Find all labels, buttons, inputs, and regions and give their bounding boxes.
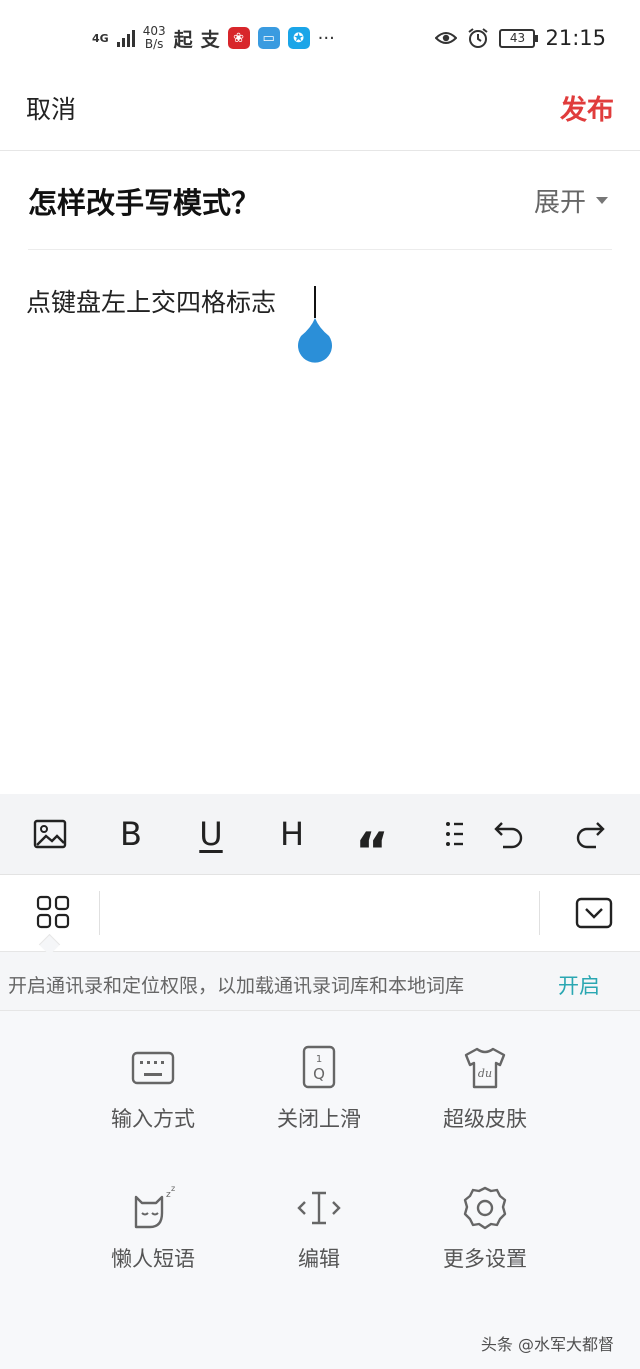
list-icon xyxy=(446,822,463,846)
svg-text:z: z xyxy=(171,1184,175,1193)
insert-image-button[interactable] xyxy=(26,810,74,858)
swipe-key-icon: 1 Q xyxy=(302,1045,336,1089)
status-right: 43 21:15 xyxy=(435,20,606,56)
input-method-button[interactable]: 输入方式 xyxy=(73,1043,233,1133)
signal-icon xyxy=(116,29,135,47)
keyboard-top-row xyxy=(0,875,640,956)
quote-button[interactable]: “ xyxy=(348,810,396,878)
heading-button[interactable]: H xyxy=(268,810,316,858)
list-button[interactable] xyxy=(424,810,472,858)
expand-label: 展开 xyxy=(533,188,586,218)
undo-button[interactable] xyxy=(485,810,533,858)
answer-editor[interactable]: 点键盘左上交四格标志 xyxy=(26,283,276,319)
text-cursor-icon xyxy=(297,1191,341,1225)
redo-button[interactable] xyxy=(566,810,614,858)
expand-button[interactable]: 展开 xyxy=(534,182,608,219)
status-left: 4G 403 B/s 起 支 ❀ ▭ ✪ ··· xyxy=(92,20,335,56)
alarm-icon xyxy=(468,28,489,48)
divider xyxy=(28,249,612,250)
tile-label: 超级皮肤 xyxy=(443,1107,527,1131)
tile-label: 更多设置 xyxy=(443,1247,527,1271)
keyboard-icon xyxy=(131,1051,175,1085)
tile-label: 编辑 xyxy=(298,1247,340,1271)
edit-button[interactable]: 编辑 xyxy=(239,1183,399,1273)
bulb-app-icon: ✪ xyxy=(287,27,310,49)
network-type: 4G xyxy=(92,31,109,45)
undo-icon xyxy=(494,822,523,849)
bold-button[interactable]: B xyxy=(107,810,155,858)
app-notification-2: 支 xyxy=(200,28,220,51)
clock: 21:15 xyxy=(545,26,606,50)
publish-button[interactable]: 发布 xyxy=(560,88,614,127)
gear-icon xyxy=(463,1186,507,1230)
permission-text: 开启通讯录和定位权限，以加载通讯录词库和本地词库 xyxy=(8,975,465,997)
question-title: 怎样改手写模式？ xyxy=(28,186,261,220)
more-notifications: ··· xyxy=(317,27,335,49)
red-app-icon: ❀ xyxy=(227,27,250,49)
eye-icon xyxy=(435,32,458,44)
svg-text:du: du xyxy=(478,1067,492,1080)
separator xyxy=(99,891,100,935)
speed-unit: B/s xyxy=(144,37,164,51)
watermark: 头条 @水军大都督 xyxy=(480,1335,614,1354)
tile-label: 关闭上滑 xyxy=(277,1107,361,1131)
hide-keyboard-icon[interactable] xyxy=(575,897,613,929)
top-bar: 取消 发布 xyxy=(0,74,640,151)
wallet-app-icon: ▭ xyxy=(257,27,280,49)
underline-button[interactable]: U xyxy=(187,810,235,858)
close-swipe-button[interactable]: 1 Q 关闭上滑 xyxy=(239,1043,399,1133)
cursor-handle-icon[interactable] xyxy=(295,318,335,368)
status-bar: 4G 403 B/s 起 支 ❀ ▭ ✪ ··· 43 21:15 xyxy=(0,0,640,74)
enable-permission-button[interactable]: 开启 xyxy=(558,970,600,1000)
redo-icon xyxy=(576,822,605,849)
permission-banner: 开启通讯录和定位权限，以加载通讯录词库和本地词库 开启 xyxy=(0,952,640,1011)
skin-shirt-icon: du xyxy=(464,1047,506,1089)
app-notification-1: 起 xyxy=(173,28,193,51)
super-skin-button[interactable]: du 超级皮肤 xyxy=(405,1043,565,1133)
battery-icon: 43 xyxy=(499,28,539,48)
lazy-cat-icon: z z xyxy=(134,1184,175,1229)
tile-label: 懒人短语 xyxy=(111,1247,195,1271)
svg-text:Q: Q xyxy=(313,1065,325,1083)
lazy-phrases-button[interactable]: z z 懒人短语 xyxy=(73,1183,233,1273)
chevron-down-icon xyxy=(596,197,608,204)
format-toolbar: B U H “ xyxy=(0,794,640,878)
svg-text:1: 1 xyxy=(316,1054,322,1065)
image-icon xyxy=(33,819,67,849)
more-settings-button[interactable]: 更多设置 xyxy=(405,1183,565,1273)
tile-label: 输入方式 xyxy=(111,1107,195,1131)
separator xyxy=(539,891,540,935)
text-cursor xyxy=(314,286,316,318)
network-speed: 403 B/s xyxy=(143,25,166,51)
grid-menu-icon[interactable] xyxy=(36,895,70,929)
cancel-button[interactable]: 取消 xyxy=(26,90,76,126)
keyboard-menu-panel: 输入方式 1 Q 关闭上滑 du 超级皮肤 z z 懒人短语 编辑 更多设置 xyxy=(0,1011,640,1369)
